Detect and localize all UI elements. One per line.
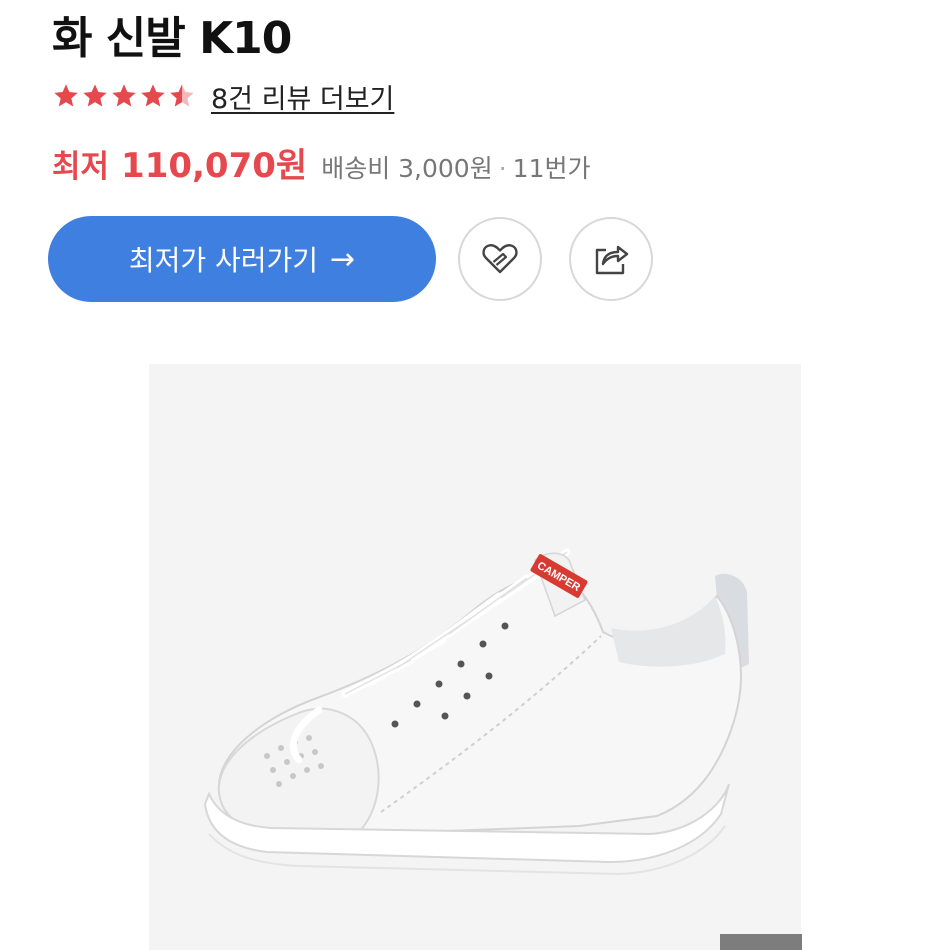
buy-lowest-price-button[interactable]: 최저가 사러가기 → xyxy=(48,216,436,302)
lowest-price-label: 최저 xyxy=(52,149,110,185)
seller-name: 11번가 xyxy=(512,154,591,183)
share-button[interactable] xyxy=(569,217,653,301)
shipping-fee: 배송비 3,000원 xyxy=(321,154,493,183)
like-button[interactable] xyxy=(458,217,542,301)
half-star-icon xyxy=(170,84,194,107)
product-detail-page: 화 신발 K10 8건 리뷰 더보기 최저 110,070원 배송비 3,000… xyxy=(0,0,950,950)
share-icon xyxy=(595,245,629,275)
star-icon xyxy=(112,84,136,107)
rating-row: 8건 리뷰 더보기 xyxy=(52,76,394,116)
separator-dot: · xyxy=(498,154,507,183)
image-overlay-tab[interactable] xyxy=(720,934,802,950)
star-icon xyxy=(141,84,165,107)
star-rating xyxy=(52,82,197,110)
arrow-right-icon: → xyxy=(330,241,356,277)
star-icon xyxy=(83,84,107,107)
price-row: 최저 110,070원 배송비 3,000원 · 11번가 xyxy=(52,138,590,188)
star-icon xyxy=(54,84,78,107)
product-title: 화 신발 K10 xyxy=(52,13,292,64)
review-link[interactable]: 8건 리뷰 더보기 xyxy=(211,77,394,116)
product-image[interactable]: CAMPER xyxy=(149,364,801,950)
heart-icon xyxy=(482,244,518,274)
lowest-price-value: 110,070원 xyxy=(121,146,308,186)
sneaker-illustration: CAMPER xyxy=(203,548,749,876)
buy-button-label: 최저가 사러가기 xyxy=(128,244,319,277)
